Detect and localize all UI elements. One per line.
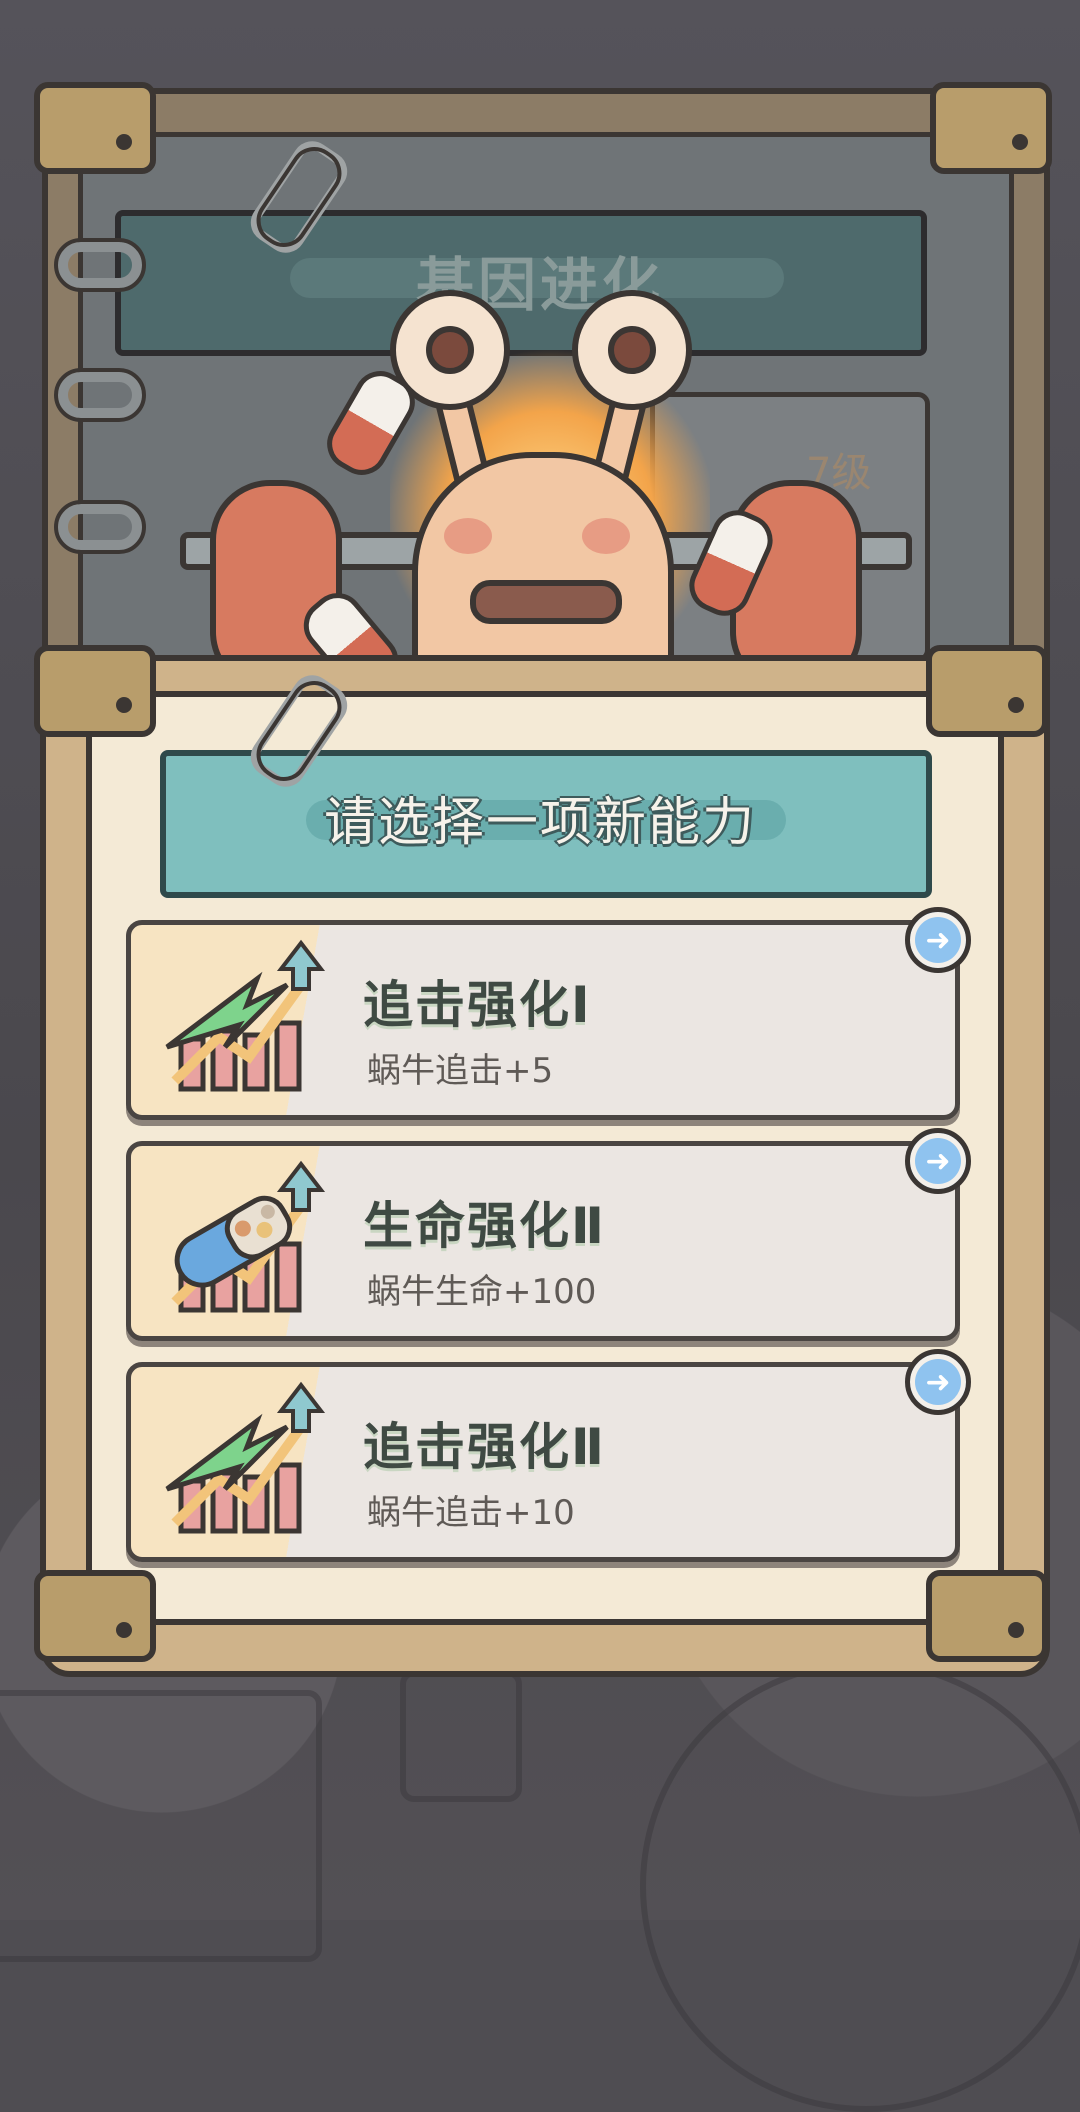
corner-bracket-bottom-left bbox=[34, 1570, 156, 1662]
ability-desc: 蜗牛生命+100 bbox=[367, 1272, 597, 1312]
corner-bracket-bottom-right bbox=[926, 1570, 1048, 1662]
ability-desc: 蜗牛追击+5 bbox=[367, 1051, 554, 1091]
lightning-chart-icon bbox=[165, 939, 326, 1092]
binder-ring bbox=[54, 238, 146, 292]
ability-name: 追击强化Ⅰ bbox=[363, 976, 592, 1034]
capsule-chart-icon bbox=[171, 1160, 326, 1313]
snail-cheek bbox=[444, 518, 492, 554]
ability-option-2[interactable]: 生命强化Ⅱ 蜗牛生命+100 ➜ bbox=[126, 1128, 971, 1341]
arrow-right-icon[interactable]: ➜ bbox=[905, 907, 971, 973]
binder-ring bbox=[54, 500, 146, 554]
background-wheel bbox=[640, 1660, 1080, 2112]
ability-option-1[interactable]: 追击强化Ⅰ 蜗牛追击+5 ➜ bbox=[126, 907, 971, 1120]
arrow-right-icon[interactable]: ➜ bbox=[905, 1128, 971, 1194]
background-pipe bbox=[400, 1670, 522, 1802]
ability-option-3[interactable]: 追击强化Ⅱ 蜗牛追击+10 ➜ bbox=[126, 1349, 971, 1562]
corner-bracket-mid-right bbox=[926, 645, 1048, 737]
snail-character bbox=[140, 290, 940, 704]
snail-cheek bbox=[582, 518, 630, 554]
ability-name: 生命强化Ⅱ bbox=[363, 1197, 606, 1255]
corner-bracket-mid-left bbox=[34, 645, 156, 737]
background-crate bbox=[0, 1690, 322, 1962]
corner-bracket-top-left bbox=[34, 82, 156, 174]
lightning-chart-icon bbox=[165, 1381, 326, 1534]
ability-desc: 蜗牛追击+10 bbox=[367, 1493, 575, 1533]
snail-mouth bbox=[470, 580, 622, 624]
binder-ring bbox=[54, 368, 146, 422]
snail-eye-right bbox=[572, 290, 692, 410]
corner-bracket-top-right bbox=[930, 82, 1052, 174]
ability-select-title: 请选择一项新能力 bbox=[323, 793, 756, 853]
arrow-right-icon[interactable]: ➜ bbox=[905, 1349, 971, 1415]
ability-name: 追击强化Ⅱ bbox=[363, 1418, 606, 1476]
